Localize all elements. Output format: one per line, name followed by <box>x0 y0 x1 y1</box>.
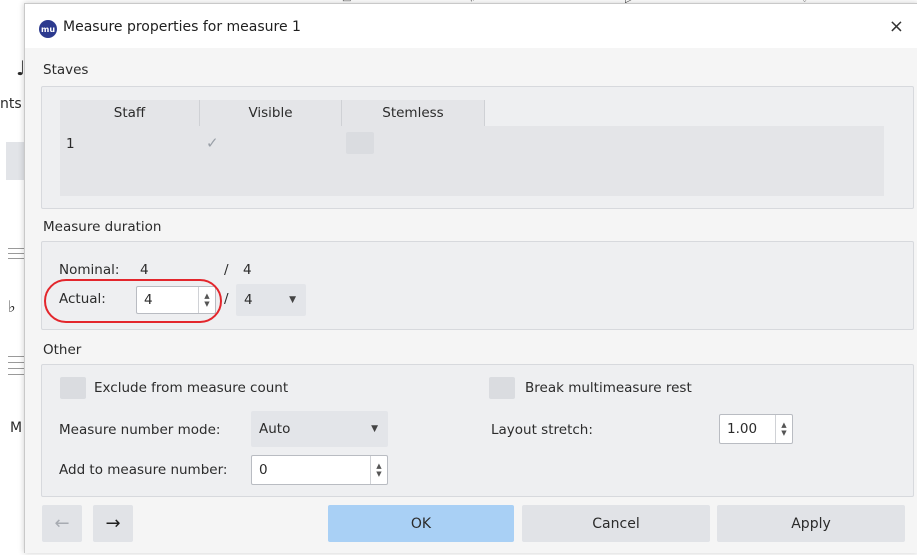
ok-button[interactable]: OK <box>328 505 514 542</box>
close-icon[interactable]: × <box>889 16 904 37</box>
nominal-label: Nominal: <box>59 262 120 278</box>
staff-line <box>8 356 24 357</box>
measure-number-mode-value: Auto <box>259 421 291 437</box>
layout-stretch-spinbox[interactable]: 1.00 ▲ ▼ <box>719 414 793 444</box>
background-text-fragment: M <box>10 420 23 436</box>
measure-duration-panel: Nominal: 4 / 4 Actual: 4 ▲ ▼ / 4 ▼ <box>41 241 914 330</box>
add-to-measure-number-value: 0 <box>259 462 268 478</box>
previous-measure-button[interactable]: ← <box>42 505 82 542</box>
dialog-title: Measure properties for measure 1 <box>63 19 301 35</box>
staff-line <box>8 253 24 254</box>
title-bar: mu Measure properties for measure 1 × <box>25 4 917 48</box>
actual-numerator-spinbox[interactable]: 4 ▲ ▼ <box>136 286 216 314</box>
other-panel: Exclude from measure count Break multime… <box>41 364 914 497</box>
break-multimeasure-rest-checkbox[interactable] <box>489 377 515 399</box>
break-multimeasure-rest-label: Break multimeasure rest <box>525 380 692 396</box>
chevron-down-icon: ▼ <box>371 424 378 434</box>
measure-number-mode-label: Measure number mode: <box>59 422 221 438</box>
measure-duration-section-label: Measure duration <box>43 219 162 235</box>
other-section-label: Other <box>43 342 82 358</box>
actual-denominator-value: 4 <box>244 292 253 308</box>
staves-panel: Staff Visible Stemless 1 ✓ <box>41 86 914 209</box>
actual-label: Actual: <box>59 291 106 307</box>
actual-separator: / <box>224 291 229 307</box>
staff-line <box>8 248 24 249</box>
flat-icon: ♭ <box>8 297 16 316</box>
nominal-numerator: 4 <box>140 262 149 278</box>
spinner-arrows-icon[interactable]: ▲ ▼ <box>198 287 215 313</box>
column-header-stemless[interactable]: Stemless <box>342 100 485 126</box>
background-app <box>0 0 24 555</box>
chevron-down-icon: ▼ <box>289 295 296 305</box>
actual-denominator-dropdown[interactable]: 4 ▼ <box>236 284 306 316</box>
add-to-measure-number-spinbox[interactable]: 0 ▲ ▼ <box>251 455 388 485</box>
staves-table-body: 1 ✓ <box>60 126 884 196</box>
measure-number-mode-dropdown[interactable]: Auto ▼ <box>251 411 388 447</box>
actual-numerator-value: 4 <box>144 292 153 308</box>
exclude-measure-count-checkbox[interactable] <box>60 377 86 399</box>
staff-line <box>8 368 24 369</box>
spinner-arrows-icon[interactable]: ▲ ▼ <box>775 415 792 443</box>
staff-line <box>8 374 24 375</box>
visible-checkmark-icon[interactable]: ✓ <box>206 134 219 152</box>
staff-number-cell: 1 <box>66 136 75 152</box>
measure-properties-dialog: mu Measure properties for measure 1 × St… <box>24 3 917 553</box>
background-panel-fragment <box>6 142 24 180</box>
musescore-app-icon: mu <box>39 20 57 38</box>
staves-section-label: Staves <box>43 62 89 78</box>
layout-stretch-label: Layout stretch: <box>491 422 593 438</box>
nominal-denominator: 4 <box>243 262 252 278</box>
column-header-visible[interactable]: Visible <box>200 100 342 126</box>
column-header-staff[interactable]: Staff <box>60 100 200 126</box>
staff-line <box>8 362 24 363</box>
exclude-measure-count-label: Exclude from measure count <box>94 380 289 396</box>
cancel-button[interactable]: Cancel <box>522 505 710 542</box>
add-to-measure-number-label: Add to measure number: <box>59 462 228 478</box>
stemless-checkbox[interactable] <box>346 132 374 154</box>
background-text-fragment: nts <box>0 96 22 112</box>
spinner-arrows-icon[interactable]: ▲ ▼ <box>370 456 387 484</box>
layout-stretch-value: 1.00 <box>727 421 758 437</box>
staff-line <box>8 258 24 259</box>
staves-table-header: Staff Visible Stemless <box>60 100 485 127</box>
apply-button[interactable]: Apply <box>717 505 905 542</box>
next-measure-button[interactable]: → <box>93 505 133 542</box>
nominal-separator: / <box>224 262 229 278</box>
